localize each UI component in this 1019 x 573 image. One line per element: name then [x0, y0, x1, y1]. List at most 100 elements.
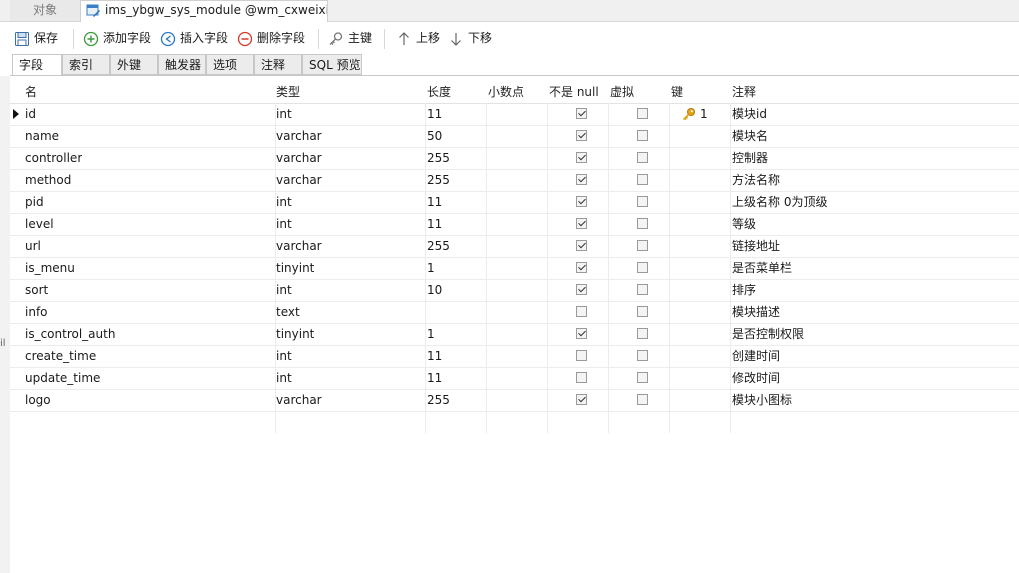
not-null-checkbox[interactable]: [576, 262, 587, 273]
cell-length[interactable]: 255: [427, 389, 450, 411]
cell-length[interactable]: 11: [427, 213, 442, 235]
cell-name[interactable]: level: [25, 213, 54, 235]
cell-name[interactable]: id: [25, 103, 36, 125]
tab-objects[interactable]: 对象: [10, 0, 81, 21]
column-header-comment[interactable]: 注释: [732, 81, 756, 103]
cell-type[interactable]: int: [276, 279, 292, 301]
cell-type[interactable]: varchar: [276, 169, 322, 191]
cell-name[interactable]: method: [25, 169, 71, 191]
virtual-checkbox[interactable]: [637, 174, 648, 185]
table-row[interactable]: logo varchar 255 模块小图标: [10, 389, 1019, 412]
cell-name[interactable]: name: [25, 125, 59, 147]
not-null-checkbox[interactable]: [576, 152, 587, 163]
table-row[interactable]: name varchar 50 模块名: [10, 125, 1019, 148]
column-header-decimal[interactable]: 小数点: [488, 81, 524, 103]
table-row[interactable]: url varchar 255 链接地址: [10, 235, 1019, 258]
tab-comment[interactable]: 注释: [254, 54, 302, 75]
table-row[interactable]: sort int 10 排序: [10, 279, 1019, 302]
column-header-name[interactable]: 名: [25, 81, 37, 103]
cell-name[interactable]: info: [25, 301, 48, 323]
not-null-checkbox[interactable]: [576, 350, 587, 361]
table-row[interactable]: id int 11 1 模块id: [10, 103, 1019, 126]
tab-triggers[interactable]: 触发器: [158, 54, 206, 75]
cell-comment[interactable]: 修改时间: [732, 367, 780, 389]
cell-comment[interactable]: 模块描述: [732, 301, 780, 323]
cell-name[interactable]: url: [25, 235, 41, 257]
cell-type[interactable]: varchar: [276, 125, 322, 147]
cell-length[interactable]: 11: [427, 191, 442, 213]
virtual-checkbox[interactable]: [637, 394, 648, 405]
cell-comment[interactable]: 是否菜单栏: [732, 257, 792, 279]
cell-type[interactable]: int: [276, 213, 292, 235]
cell-length[interactable]: 1: [427, 257, 435, 279]
column-header-not-null[interactable]: 不是 null: [549, 81, 599, 103]
not-null-checkbox[interactable]: [576, 372, 587, 383]
cell-type[interactable]: tinyint: [276, 257, 314, 279]
not-null-checkbox[interactable]: [576, 108, 587, 119]
column-header-type[interactable]: 类型: [276, 81, 300, 103]
cell-type[interactable]: int: [276, 345, 292, 367]
virtual-checkbox[interactable]: [637, 240, 648, 251]
cell-type[interactable]: varchar: [276, 235, 322, 257]
tab-options[interactable]: 选项: [206, 54, 254, 75]
cell-name[interactable]: is_control_auth: [25, 323, 115, 345]
column-header-length[interactable]: 长度: [427, 81, 451, 103]
table-row[interactable]: is_control_auth tinyint 1 是否控制权限: [10, 323, 1019, 346]
cell-name[interactable]: sort: [25, 279, 48, 301]
cell-comment[interactable]: 创建时间: [732, 345, 780, 367]
virtual-checkbox[interactable]: [637, 262, 648, 273]
virtual-checkbox[interactable]: [637, 284, 648, 295]
table-row[interactable]: update_time int 11 修改时间: [10, 367, 1019, 390]
not-null-checkbox[interactable]: [576, 218, 587, 229]
table-row[interactable]: pid int 11 上级名称 0为顶级: [10, 191, 1019, 214]
cell-type[interactable]: varchar: [276, 389, 322, 411]
cell-comment[interactable]: 是否控制权限: [732, 323, 804, 345]
virtual-checkbox[interactable]: [637, 218, 648, 229]
cell-comment[interactable]: 上级名称 0为顶级: [732, 191, 827, 213]
virtual-checkbox[interactable]: [637, 306, 648, 317]
table-row[interactable]: controller varchar 255 控制器: [10, 147, 1019, 170]
tab-fields[interactable]: 字段: [12, 54, 62, 76]
cell-type[interactable]: int: [276, 103, 292, 125]
cell-name[interactable]: update_time: [25, 367, 100, 389]
tab-indexes[interactable]: 索引: [62, 54, 110, 75]
not-null-checkbox[interactable]: [576, 240, 587, 251]
cell-length[interactable]: 50: [427, 125, 442, 147]
not-null-checkbox[interactable]: [576, 306, 587, 317]
cell-comment[interactable]: 模块小图标: [732, 389, 792, 411]
tab-table-design[interactable]: ims_ybgw_sys_module @wm_cxweixi...: [80, 0, 328, 22]
cell-comment[interactable]: 排序: [732, 279, 756, 301]
cell-comment[interactable]: 模块名: [732, 125, 768, 147]
cell-comment[interactable]: 控制器: [732, 147, 768, 169]
virtual-checkbox[interactable]: [637, 328, 648, 339]
cell-comment[interactable]: 等级: [732, 213, 756, 235]
cell-length[interactable]: 11: [427, 345, 442, 367]
not-null-checkbox[interactable]: [576, 174, 587, 185]
table-row[interactable]: info text 模块描述: [10, 301, 1019, 324]
column-header-key[interactable]: 键: [671, 81, 683, 103]
virtual-checkbox[interactable]: [637, 130, 648, 141]
cell-type[interactable]: int: [276, 367, 292, 389]
cell-length[interactable]: 255: [427, 147, 450, 169]
cell-name[interactable]: pid: [25, 191, 44, 213]
cell-length[interactable]: 1: [427, 323, 435, 345]
not-null-checkbox[interactable]: [576, 284, 587, 295]
virtual-checkbox[interactable]: [637, 372, 648, 383]
cell-comment[interactable]: 方法名称: [732, 169, 780, 191]
column-header-virtual[interactable]: 虚拟: [610, 81, 634, 103]
not-null-checkbox[interactable]: [576, 196, 587, 207]
cell-length[interactable]: 255: [427, 169, 450, 191]
table-row[interactable]: is_menu tinyint 1 是否菜单栏: [10, 257, 1019, 280]
cell-name[interactable]: is_menu: [25, 257, 75, 279]
cell-length[interactable]: 255: [427, 235, 450, 257]
virtual-checkbox[interactable]: [637, 350, 648, 361]
cell-length[interactable]: 11: [427, 367, 442, 389]
cell-name[interactable]: logo: [25, 389, 51, 411]
cell-type[interactable]: text: [276, 301, 300, 323]
tab-foreign-keys[interactable]: 外键: [110, 54, 158, 75]
cell-comment[interactable]: 链接地址: [732, 235, 780, 257]
tab-sql-preview[interactable]: SQL 预览: [302, 54, 362, 75]
cell-type[interactable]: tinyint: [276, 323, 314, 345]
cell-type[interactable]: varchar: [276, 147, 322, 169]
table-row[interactable]: method varchar 255 方法名称: [10, 169, 1019, 192]
